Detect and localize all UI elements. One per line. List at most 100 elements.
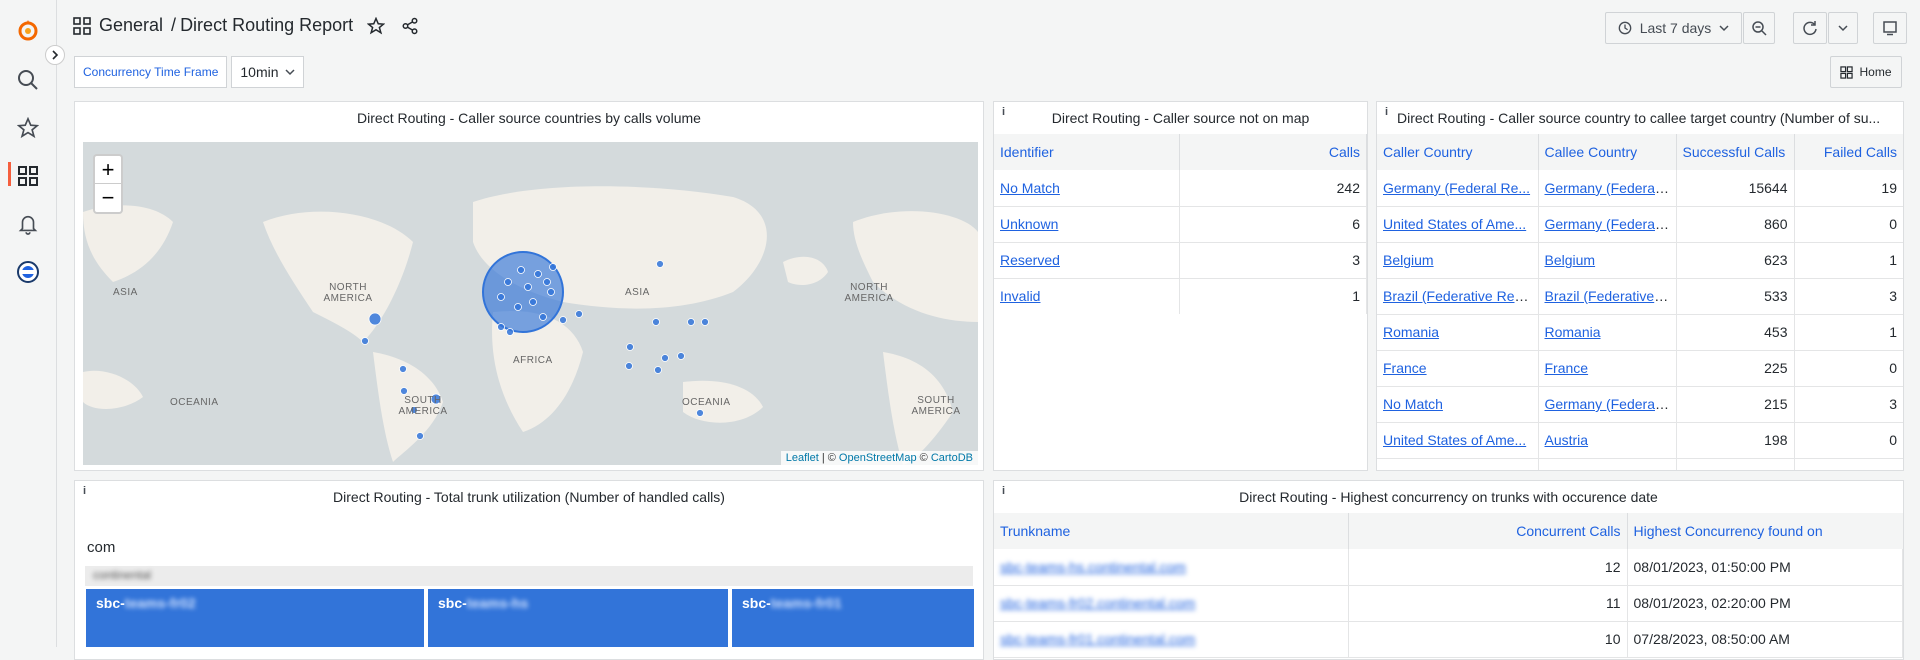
column-header-concurrent-calls[interactable]: Concurrent Calls [1348,513,1628,549]
info-icon[interactable]: i [1385,106,1388,118]
callee-country-link[interactable]: Germany (Federal... [1545,180,1670,196]
cartodb-link[interactable]: CartoDB [931,452,973,464]
identifier-link[interactable]: No Match [1000,180,1060,196]
callee-country-link[interactable]: Romania [1545,324,1601,340]
not-on-map-panel: i Direct Routing - Caller source not on … [993,101,1368,471]
callee-country-link[interactable]: Austria [1545,432,1589,448]
panel-title[interactable]: Direct Routing - Caller source not on ma… [994,110,1367,126]
caller-country-link[interactable]: France [1383,360,1427,376]
not-on-map-table: Identifier Calls No Match 242 Unknown 6 Re… [994,134,1367,314]
alerting-bell-icon[interactable] [14,210,42,238]
plugin-app-icon[interactable] [14,258,42,286]
callee-country-link[interactable]: Belgium [1545,252,1596,268]
column-header-highest-concurrency[interactable]: Highest Concurrency found on [1627,513,1903,549]
caller-country-link[interactable]: Germany (Federal Re... [1383,180,1530,196]
caller-country-link[interactable]: Belgium [1383,252,1434,268]
callee-country-link[interactable]: Brazil (Federative ... [1545,288,1670,304]
table-row: sbc-teams-fr02.continental.com 11 08/01/20… [994,585,1903,622]
caller-country-link[interactable]: United States of Ame... [1383,432,1526,448]
refresh-icon [1803,21,1817,36]
table-row: United States of Ame... Austria 198 0 [1377,422,1903,459]
failed-calls-cell: 0 [1794,350,1903,387]
identifier-link[interactable]: Unknown [1000,216,1058,232]
treemap-group[interactable]: continental [85,566,973,586]
column-header-successful-calls[interactable]: Successful Calls [1676,134,1795,170]
identifier-link[interactable]: Invalid [1000,288,1040,304]
failed-calls-cell: 19 [1794,170,1903,207]
zoom-in-button[interactable]: + [95,156,121,184]
starred-icon[interactable] [14,114,42,142]
caller-country-link[interactable]: No Match [1383,396,1443,412]
table-row: No Match 242 [994,170,1367,207]
zoom-out-button[interactable]: − [95,184,121,212]
table-row: France France 225 0 [1377,350,1903,387]
openstreetmap-link[interactable]: OpenStreetMap [839,452,917,464]
variable-select[interactable]: 10min [231,56,304,88]
star-icon[interactable] [367,16,386,35]
table-row: Belgium Belgium 623 1 [1377,242,1903,279]
search-icon[interactable] [14,66,42,94]
table-row: Romania Romania 453 1 [1377,314,1903,351]
successful-calls-cell: 15644 [1676,170,1795,207]
home-link-button[interactable]: Home [1830,56,1902,88]
refresh-interval-dropdown[interactable] [1828,12,1858,44]
column-header-failed-calls[interactable]: Failed Calls [1794,134,1903,170]
caller-country-link[interactable]: Italy [1383,468,1409,470]
top-navbar: General / Direct Routing Report Last 7 d… [57,0,1920,54]
caller-country-link[interactable]: Romania [1383,324,1439,340]
time-range-picker[interactable]: Last 7 days [1605,12,1742,44]
treemap-root-label: com [87,539,116,556]
caller-country-link[interactable]: Brazil (Federative Rep... [1383,288,1534,304]
treemap-cell[interactable]: sbc-teams-fr02 [85,588,425,648]
table-row: sbc-teams-fr01.continental.com 10 07/28/20… [994,621,1903,658]
trunk-link[interactable]: sbc-teams-fr02.continental.com [1000,595,1195,611]
panel-title[interactable]: Direct Routing - Total trunk utilization… [75,489,983,505]
table-row: Invalid 1 [994,278,1367,314]
leaflet-link[interactable]: Leaflet [786,452,819,464]
column-header-trunkname[interactable]: Trunkname [994,513,1349,549]
table-row: Reserved 3 [994,242,1367,279]
failed-calls-cell: 3 [1794,386,1903,423]
failed-calls-cell: 0 [1794,422,1903,459]
column-header-caller-country[interactable]: Caller Country [1377,134,1539,170]
treemap-group-label: continental [93,568,152,582]
table-row: Brazil (Federative Rep... Brazil (Federat… [1377,278,1903,315]
failed-calls-cell: 1 [1794,242,1903,279]
calls-cell: 1 [1179,278,1367,314]
column-header-callee-country[interactable]: Callee Country [1538,134,1677,170]
panel-title[interactable]: Direct Routing - Highest concurrency on … [994,489,1903,505]
share-icon[interactable] [401,17,419,35]
callee-country-link[interactable]: France [1545,360,1589,376]
breadcrumb-folder[interactable]: General [99,15,163,36]
column-header-identifier[interactable]: Identifier [994,134,1180,170]
sidebar-expand-button[interactable] [45,45,65,65]
grafana-logo-icon[interactable] [14,16,42,44]
successful-calls-cell: 198 [1676,422,1795,459]
apps-grid-icon [1840,65,1854,79]
successful-calls-cell: 860 [1676,206,1795,243]
date-cell: 07/28/2023, 08:50:00 AM [1627,621,1903,658]
world-map[interactable]: ASIA NORTH AMERICA OCEANIA SOUTH AMERICA… [83,142,978,465]
calls-cell: 242 [1179,170,1367,207]
panel-title[interactable]: Direct Routing - Caller source country t… [1397,110,1903,126]
treemap-cell[interactable]: sbc-teams-hs [427,588,729,648]
attribution-copy: © [919,452,928,464]
identifier-link[interactable]: Reserved [1000,252,1060,268]
refresh-button[interactable] [1793,12,1827,44]
callee-country-link[interactable]: Germany (Federal... [1545,396,1670,412]
table-row: No Match Germany (Federal... 215 3 [1377,386,1903,423]
treemap-cell-name: teams-hs [466,595,529,611]
treemap-cell[interactable]: sbc-teams-fr01 [731,588,975,648]
caller-country-link[interactable]: United States of Ame... [1383,216,1526,232]
trunk-link[interactable]: sbc-teams-hs.continental.com [1000,559,1186,575]
column-header-calls[interactable]: Calls [1179,134,1367,170]
callee-country-link[interactable]: Italy [1545,468,1571,470]
tv-mode-button[interactable] [1873,12,1907,44]
trunk-link[interactable]: sbc-teams-fr01.continental.com [1000,631,1195,647]
dashboards-icon[interactable] [14,162,42,190]
callee-country-link[interactable]: Germany (Federal... [1545,216,1670,232]
dashboard-title[interactable]: Direct Routing Report [180,15,353,36]
home-label: Home [1859,65,1892,79]
panel-title[interactable]: Direct Routing - Caller source countries… [75,110,983,126]
zoom-out-time-button[interactable] [1743,12,1775,44]
